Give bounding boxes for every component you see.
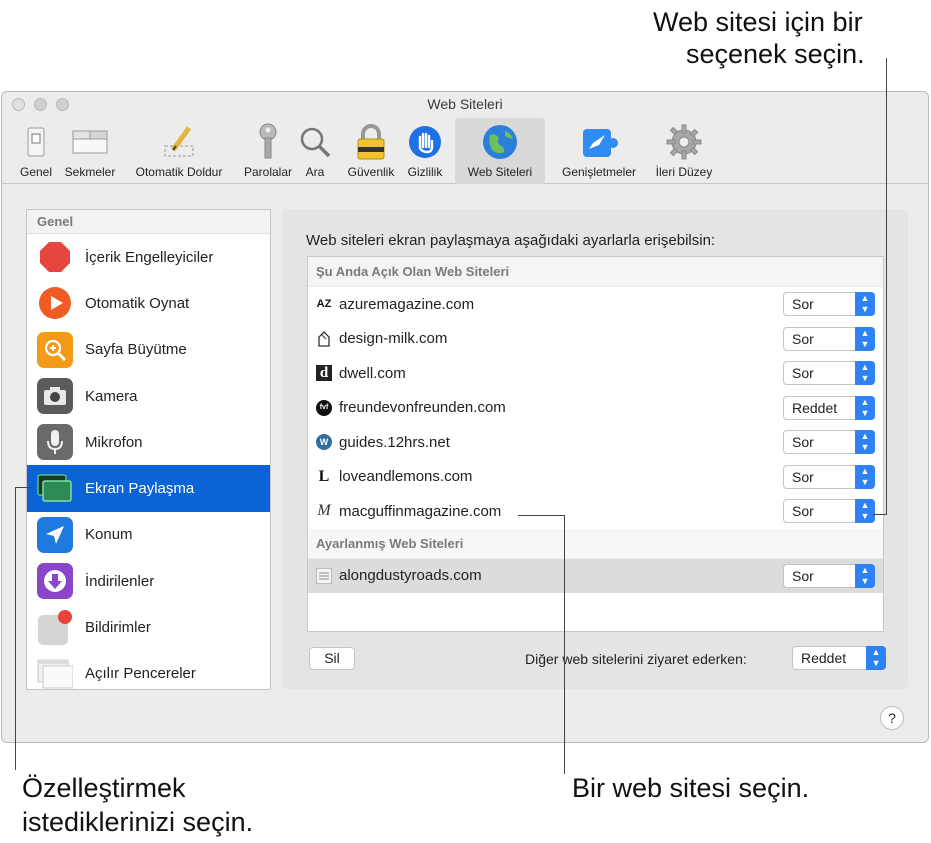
popup-window-icon <box>37 656 73 692</box>
tab-ara[interactable]: Ara <box>300 118 331 184</box>
sidebar-item-downloads[interactable]: İndirilenler <box>27 558 270 604</box>
chevron-updown-icon: ▲ ▼ <box>855 499 875 523</box>
sidebar-item-location[interactable]: Konum <box>27 512 270 558</box>
websites-panel: Web siteleri ekran paylaşmaya aşağıdaki … <box>282 209 908 689</box>
tab-otomatik-doldur[interactable]: Otomatik Doldur <box>124 118 234 184</box>
sidebar-item-autoplay[interactable]: Otomatik Oynat <box>27 280 270 326</box>
play-icon <box>37 285 73 321</box>
camera-icon <box>37 378 73 415</box>
site-permission-select[interactable]: Sor ▲ ▼ <box>783 326 875 351</box>
site-permission-select[interactable]: Sor ▲ ▼ <box>783 361 875 385</box>
callout-customize-line1: Özelleştirmek <box>22 773 186 803</box>
sidebar-item-microphone[interactable]: Mikrofon <box>27 419 270 465</box>
title-bar: Web Siteleri <box>2 92 928 120</box>
callout-choose-site: Bir web sitesi seçin. <box>572 773 810 803</box>
chevron-updown-icon: ▲ ▼ <box>855 563 875 588</box>
site-favicon-icon: L <box>318 467 330 485</box>
key-icon <box>248 122 288 162</box>
hand-icon <box>405 122 445 162</box>
callout-line-option-tick <box>873 514 887 515</box>
chevron-updown-icon: ▲ ▼ <box>855 361 875 385</box>
callout-line-customize <box>15 487 16 770</box>
switch-icon <box>16 122 56 162</box>
chevron-updown-icon: ▲ ▼ <box>855 464 875 489</box>
site-favicon-icon <box>316 567 332 584</box>
site-permission-select[interactable]: Sor ▲ ▼ <box>783 563 875 588</box>
table-row[interactable]: AZ azuremagazine.com Sor ▲ ▼ <box>308 287 883 322</box>
configured-sites-header: Ayarlanmış Web Siteleri <box>308 528 883 559</box>
callout-customize-line2: istediklerinizi seçin. <box>22 807 254 837</box>
table-row[interactable]: L loveandlemons.com Sor ▲ ▼ <box>308 460 883 495</box>
other-websites-label: Diğer web sitelerini ziyaret ederken: <box>525 651 747 667</box>
tab-ileri-duzey[interactable]: İleri Düzey <box>648 118 720 184</box>
chevron-updown-icon: ▲ ▼ <box>855 326 875 351</box>
site-favicon-icon: M <box>317 502 331 520</box>
sidebar-item-camera[interactable]: Kamera <box>27 373 270 419</box>
chevron-updown-icon: ▲ ▼ <box>855 292 875 316</box>
site-favicon-icon <box>316 330 332 347</box>
site-permission-select[interactable]: Sor ▲ ▼ <box>783 499 875 523</box>
window-title: Web Siteleri <box>427 96 503 112</box>
callout-line-option <box>886 58 887 515</box>
screen-share-icon <box>37 471 73 507</box>
site-favicon-icon: d <box>316 365 332 382</box>
sidebar-item-notifications[interactable]: Bildirimler <box>27 604 270 650</box>
table-row[interactable]: d dwell.com Sor ▲ ▼ <box>308 356 883 391</box>
table-row[interactable]: fvf freundevonfreunden.com Reddet ▲ ▼ <box>308 391 883 426</box>
tab-genisletmeler[interactable]: Genişletmeler <box>554 118 644 184</box>
help-button[interactable]: ? <box>880 706 904 730</box>
site-permission-select[interactable]: Reddet ▲ ▼ <box>783 395 875 420</box>
gear-icon <box>664 122 704 162</box>
microphone-icon <box>37 424 73 461</box>
site-favicon-icon: AZ <box>316 298 332 311</box>
chevron-updown-icon: ▲ ▼ <box>855 430 875 454</box>
panel-description: Web siteleri ekran paylaşmaya aşağıdaki … <box>306 232 716 249</box>
site-permission-select[interactable]: Sor ▲ ▼ <box>783 430 875 454</box>
tabs-icon <box>70 122 110 162</box>
callout-line-site-tick <box>518 515 565 516</box>
zoom-icon <box>37 331 73 368</box>
location-arrow-icon <box>37 516 73 553</box>
globe-icon <box>480 122 520 162</box>
tab-parolalar[interactable]: Parolalar <box>237 118 299 184</box>
table-row[interactable]: design-milk.com Sor ▲ ▼ <box>308 322 883 357</box>
table-row[interactable]: W guides.12hrs.net Sor ▲ ▼ <box>308 425 883 460</box>
preferences-toolbar: Genel Sekmeler Otomatik Doldur Parolalar… <box>2 118 928 184</box>
sidebar-item-content-blockers[interactable]: İçerik Engelleyiciler <box>27 234 270 280</box>
callout-choose-option-line1: Web sitesi için bir <box>653 7 863 37</box>
download-icon <box>37 563 73 600</box>
table-row[interactable]: alongdustyroads.com Sor ▲ ▼ <box>308 558 883 593</box>
settings-sidebar: Genel İçerik Engelleyiciler Otomatik Oyn… <box>26 209 271 690</box>
chevron-updown-icon: ▲ ▼ <box>866 646 886 670</box>
tab-gizlilik[interactable]: Gizlilik <box>402 118 448 184</box>
site-permission-select[interactable]: Sor ▲ ▼ <box>783 464 875 489</box>
table-row[interactable]: M macguffinmagazine.com Sor ▲ ▼ <box>308 494 883 529</box>
tab-web-siteleri[interactable]: Web Siteleri <box>455 118 545 184</box>
sidebar-item-popup-windows[interactable]: Açılır Pencereler <box>27 651 270 697</box>
tab-sekmeler[interactable]: Sekmeler <box>58 118 122 184</box>
safari-preferences-window: Web Siteleri Genel Sekmeler Otomatik Dol… <box>1 91 929 743</box>
site-favicon-icon: fvf <box>316 399 332 416</box>
stop-sign-icon <box>37 239 73 275</box>
site-permission-select[interactable]: Sor ▲ ▼ <box>783 292 875 316</box>
magnifier-icon <box>295 122 335 162</box>
sidebar-header: Genel <box>27 210 270 234</box>
sidebar-item-screen-sharing[interactable]: Ekran Paylaşma <box>27 465 270 512</box>
callout-line-site <box>564 515 565 774</box>
tab-genel[interactable]: Genel <box>14 118 58 184</box>
notification-icon <box>37 609 73 646</box>
callout-choose-option-line2: seçenek seçin. <box>686 39 865 69</box>
site-favicon-icon: W <box>316 434 332 451</box>
lock-icon <box>351 122 391 162</box>
pencil-icon <box>159 122 199 162</box>
sidebar-item-page-zoom[interactable]: Sayfa Büyütme <box>27 327 270 373</box>
open-sites-header: Şu Anda Açık Olan Web Siteleri <box>308 257 883 287</box>
websites-table: Şu Anda Açık Olan Web Siteleri AZ azurem… <box>307 256 884 632</box>
delete-button[interactable]: Sil <box>309 647 355 670</box>
callout-line-customize-tick <box>15 487 33 488</box>
puzzle-icon <box>579 122 619 162</box>
tab-guvenlik[interactable]: Güvenlik <box>340 118 402 184</box>
other-websites-select[interactable]: Reddet ▲ ▼ <box>792 646 886 670</box>
chevron-updown-icon: ▲ ▼ <box>855 395 875 420</box>
